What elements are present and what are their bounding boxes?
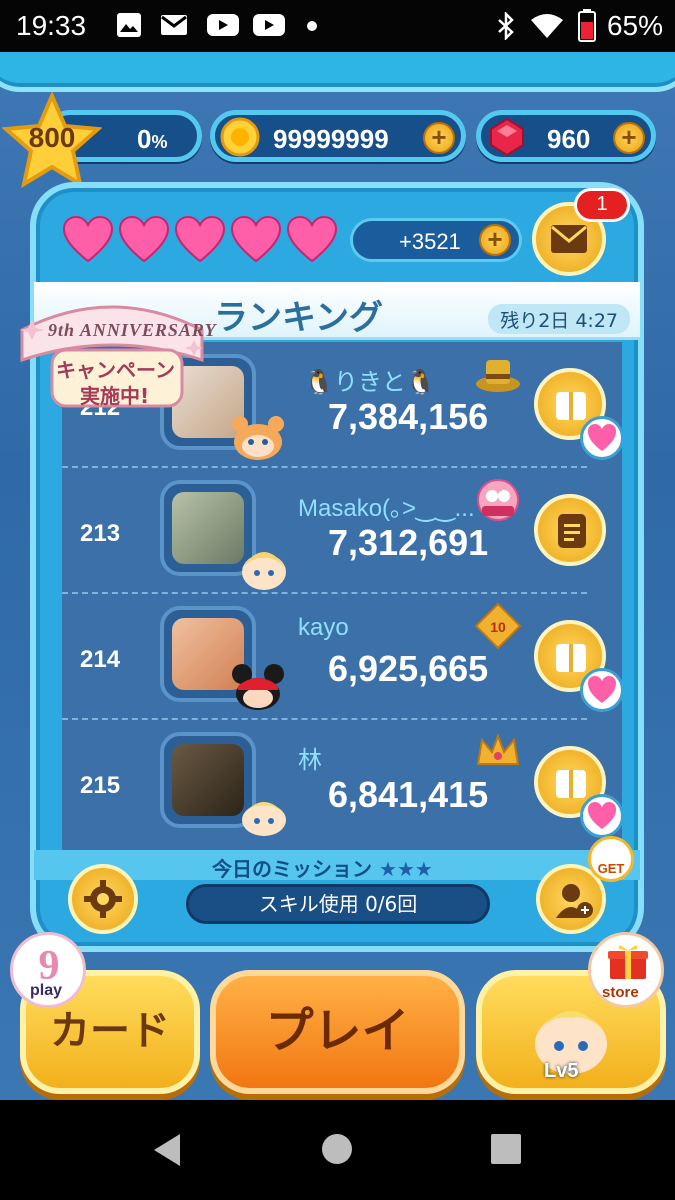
mission-progress[interactable]: スキル使用 0/6回 <box>186 884 490 924</box>
game-screen: 0% 800 99999999 + 960 + +3521 + 1 ランキング … <box>0 52 675 1100</box>
coin-count: 99999999 <box>273 124 389 154</box>
player-score: 7,312,691 <box>328 522 489 563</box>
get-reward-badge[interactable]: GET <box>588 836 634 882</box>
heart-bonus-value: +3521 <box>399 229 461 254</box>
rank-number: 214 <box>80 646 121 673</box>
rank-number: 213 <box>80 520 121 547</box>
store-label: store <box>602 984 639 1001</box>
heart-icon <box>174 215 226 263</box>
ranking-remaining-time: 残り2日 4:27 <box>488 304 630 334</box>
player-score: 6,925,665 <box>328 648 489 689</box>
campaign-title: 9th ANNIVERSARY <box>48 320 217 340</box>
heart-icon <box>118 215 170 263</box>
wifi-icon <box>531 14 563 38</box>
player-score: 6,841,415 <box>328 774 489 815</box>
mission-title: 今日のミッション ★★★ <box>212 857 433 881</box>
heart-icon <box>286 215 338 263</box>
add-hearts-button[interactable]: + <box>479 224 511 256</box>
coin-pill: 99999999 + <box>210 110 466 162</box>
add-coins-button[interactable]: + <box>423 122 455 154</box>
level-number: 800 <box>28 122 76 153</box>
player-name: 🐧りきと🐧 <box>304 369 436 396</box>
heart-send-icon <box>580 416 622 460</box>
coin-icon <box>220 117 260 157</box>
avatar-photo <box>172 492 244 564</box>
nine-anniversary-icon: 9 <box>39 943 60 985</box>
tsum-character-icon <box>242 802 286 836</box>
ranking-row[interactable]: 213 Masako(｡>‿‿... 7,312,691 <box>62 468 622 594</box>
add-gems-button[interactable]: + <box>613 122 645 154</box>
play-label: play <box>30 982 63 999</box>
ranking-row[interactable]: 214 kayo 6,925,665 10 <box>62 594 622 720</box>
gem-count: 960 <box>547 124 591 154</box>
tsum-character-icon <box>232 416 284 460</box>
gear-icon <box>84 880 122 918</box>
view-card-button[interactable] <box>534 494 606 566</box>
campaign-label: キャンペーン <box>56 358 175 382</box>
player-name: 林 <box>298 747 322 774</box>
gift-icon <box>608 945 648 979</box>
bonus-badge-icon: 10 <box>474 602 522 650</box>
mail-count-badge: 1 <box>574 188 630 222</box>
add-friend-icon <box>556 884 593 918</box>
avatar-photo <box>172 744 244 816</box>
youtube-icon <box>253 14 285 36</box>
tsum-character-icon <box>232 664 284 710</box>
svg-text:9: 9 <box>39 943 60 985</box>
dot-icon <box>307 21 317 31</box>
status-bar: 19:33 65% <box>0 0 675 52</box>
settings-button[interactable] <box>68 864 138 934</box>
mission-stars-icon: ★★★ <box>378 857 433 881</box>
top-rail <box>0 52 675 92</box>
player-name: Masako(｡>‿‿... <box>298 495 475 522</box>
ranking-title: ランキング <box>214 298 383 338</box>
mail-icon <box>161 15 187 35</box>
status-time: 19:33 <box>16 10 87 41</box>
character-level: Lv5 <box>544 1060 579 1082</box>
svg-text:10: 10 <box>490 619 506 635</box>
hat-badge-icon <box>476 360 520 392</box>
image-icon <box>117 13 141 37</box>
player-score: 7,384,156 <box>328 396 489 437</box>
back-icon[interactable] <box>150 1132 184 1168</box>
tsum-character-icon <box>242 552 286 590</box>
home-icon[interactable] <box>320 1132 354 1166</box>
battery-percent: 65% <box>606 10 663 41</box>
gift-box-icon <box>556 644 586 672</box>
gem-pill: 960 + <box>476 110 656 162</box>
heart-icon <box>62 215 114 263</box>
bluetooth-icon <box>498 12 514 40</box>
recents-icon[interactable] <box>490 1133 522 1165</box>
gift-box-icon <box>556 392 586 420</box>
heart-send-icon <box>580 794 622 838</box>
heart-bonus-pill: +3521 + <box>350 218 522 262</box>
crown-badge-icon <box>476 733 520 765</box>
heart-send-icon <box>580 668 622 712</box>
android-nav-bar <box>0 1100 675 1200</box>
heart-icon <box>230 215 282 263</box>
ruby-icon <box>490 117 524 157</box>
play-button[interactable]: プレイ <box>210 970 465 1094</box>
party-badge-icon <box>477 479 519 521</box>
player-name: kayo <box>298 614 349 641</box>
rank-number: 215 <box>80 772 121 799</box>
ranking-list[interactable]: 212 🐧りきと🐧 7,384,156 213 Masako(｡>‿‿... <box>62 342 622 850</box>
ranking-row[interactable]: 215 林 6,841,415 <box>62 720 622 846</box>
gift-box-icon <box>556 770 586 798</box>
youtube-icon <box>207 14 239 36</box>
campaign-status: 実施中! <box>80 384 150 408</box>
battery-icon <box>578 9 596 42</box>
document-icon <box>558 514 586 548</box>
exp-value: 0% <box>137 124 168 154</box>
envelope-icon <box>551 225 587 253</box>
